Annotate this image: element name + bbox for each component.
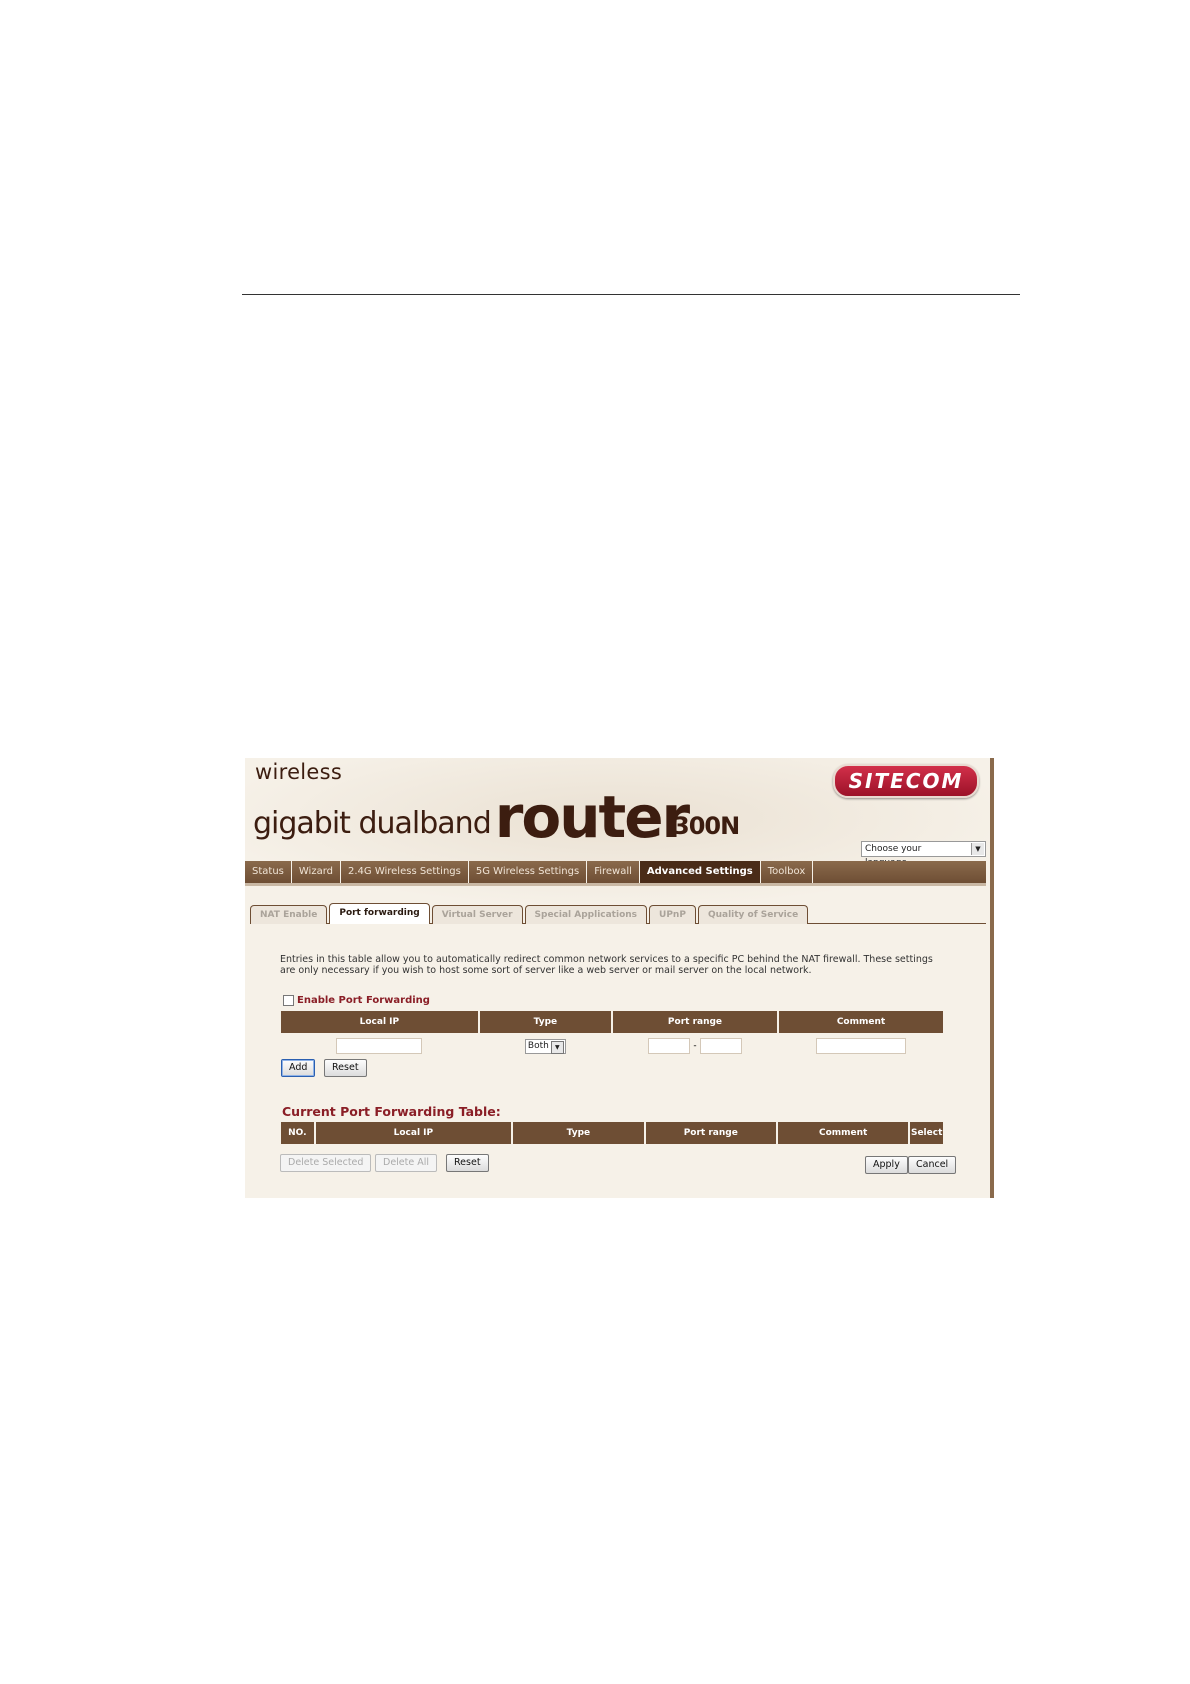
language-select[interactable]: Choose your language ▼ <box>861 841 986 868</box>
brand-line-product: gigabit dualbandrouter <box>253 783 690 851</box>
enable-port-forwarding[interactable]: Enable Port Forwarding <box>283 995 430 1006</box>
column-header-comment: Comment <box>778 1011 943 1033</box>
table-reset-button[interactable]: Reset <box>446 1154 489 1172</box>
delete-selected-button[interactable]: Delete Selected <box>280 1154 372 1172</box>
cancel-button[interactable]: Cancel <box>908 1156 957 1174</box>
column-header-type: Type <box>513 1122 644 1144</box>
port-range-separator: - <box>693 1041 697 1051</box>
nav-item-24g-wireless[interactable]: 2.4G Wireless Settings <box>341 861 469 883</box>
apply-button[interactable]: Apply <box>865 1156 908 1174</box>
column-header-no: NO. <box>281 1122 314 1144</box>
comment-cell <box>779 1033 943 1057</box>
entry-table-input-row: Both ▼ - <box>281 1033 943 1057</box>
nav-item-status[interactable]: Status <box>245 861 292 883</box>
nav-item-wizard[interactable]: Wizard <box>292 861 341 883</box>
type-select[interactable]: Both ▼ <box>524 1038 566 1054</box>
page-header-rule <box>242 294 1020 295</box>
entry-reset-button[interactable]: Reset <box>324 1059 367 1077</box>
tab-upnp[interactable]: UPnP <box>649 905 696 924</box>
port-range-cell: - <box>613 1033 777 1057</box>
brand-line-router: router <box>494 783 690 851</box>
column-header-type: Type <box>479 1011 611 1033</box>
comment-input[interactable] <box>815 1038 906 1054</box>
nav-divider <box>245 883 986 886</box>
column-header-port-range: Port range <box>645 1122 776 1144</box>
chevron-down-icon: ▼ <box>550 1040 564 1054</box>
main-nav: Status Wizard 2.4G Wireless Settings 5G … <box>245 861 986 883</box>
sub-tabs: NAT Enable Port forwarding Virtual Serve… <box>250 902 986 924</box>
port-range-end-input[interactable] <box>699 1038 742 1054</box>
delete-all-button[interactable]: Delete All <box>375 1154 438 1172</box>
column-header-port-range: Port range <box>612 1011 777 1033</box>
tab-port-forwarding[interactable]: Port forwarding <box>329 903 430 924</box>
nav-item-advanced-settings[interactable]: Advanced Settings <box>639 861 761 883</box>
nav-item-5g-wireless[interactable]: 5G Wireless Settings <box>469 861 588 883</box>
tab-special-applications[interactable]: Special Applications <box>524 905 648 924</box>
add-button[interactable]: Add <box>281 1059 316 1077</box>
nav-item-toolbox[interactable]: Toolbox <box>761 861 814 883</box>
enable-port-forwarding-checkbox[interactable] <box>283 995 294 1006</box>
local-ip-cell <box>281 1033 478 1057</box>
tab-quality-of-service[interactable]: Quality of Service <box>697 905 809 924</box>
router-ui-screenshot: wireless gigabit dualbandrouter 300N SIT… <box>245 758 994 1198</box>
column-header-comment: Comment <box>777 1122 909 1144</box>
brand-line-wireless: wireless <box>255 760 343 784</box>
column-header-local-ip: Local IP <box>281 1011 478 1033</box>
port-forwarding-entry-table: Local IP Type Port range Comment Both ▼ … <box>279 1011 945 1057</box>
current-port-forwarding-table: NO. Local IP Type Port range Comment Sel… <box>279 1122 945 1144</box>
port-range-start-input[interactable] <box>648 1038 691 1054</box>
column-header-select: Select <box>910 1122 943 1144</box>
brand-model: 300N <box>673 812 740 840</box>
column-header-local-ip: Local IP <box>315 1122 512 1144</box>
type-select-value: Both <box>527 1040 549 1051</box>
brand-line-dualband: gigabit dualband <box>253 806 492 841</box>
tab-nat-enable[interactable]: NAT Enable <box>250 905 328 924</box>
local-ip-input[interactable] <box>336 1038 423 1054</box>
router-header: wireless gigabit dualbandrouter 300N SIT… <box>245 758 986 868</box>
tab-virtual-server[interactable]: Virtual Server <box>431 905 523 924</box>
chevron-down-icon: ▼ <box>971 843 984 855</box>
entry-table-header-row: Local IP Type Port range Comment <box>281 1011 943 1033</box>
current-table-title: Current Port Forwarding Table: <box>282 1104 501 1119</box>
current-table-header-row: NO. Local IP Type Port range Comment Sel… <box>281 1122 943 1144</box>
page-description: Entries in this table allow you to autom… <box>280 954 933 976</box>
nav-item-firewall[interactable]: Firewall <box>587 861 640 883</box>
type-cell: Both ▼ <box>480 1033 611 1057</box>
sitecom-logo: SITECOM <box>833 764 979 798</box>
enable-port-forwarding-label: Enable Port Forwarding <box>297 995 430 1006</box>
